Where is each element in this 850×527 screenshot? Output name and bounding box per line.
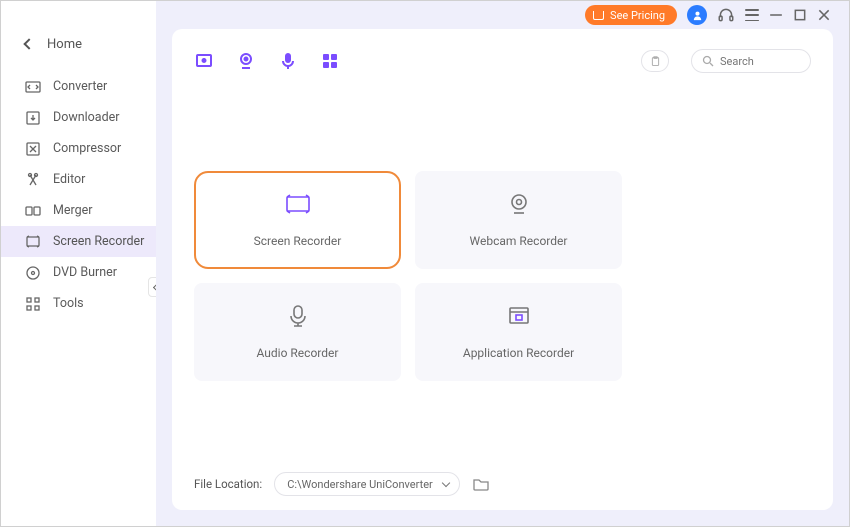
webcam-mode-button[interactable] bbox=[236, 51, 256, 71]
nav-label: Tools bbox=[53, 296, 84, 311]
app-mode-button[interactable] bbox=[320, 51, 340, 71]
support-button[interactable] bbox=[717, 6, 735, 24]
search-icon bbox=[702, 55, 714, 67]
microphone-icon bbox=[284, 304, 312, 328]
footer: File Location: C:\Wondershare UniConvert… bbox=[194, 472, 811, 496]
sidebar-item-editor[interactable]: Editor bbox=[1, 164, 156, 195]
nav-label: Screen Recorder bbox=[53, 234, 144, 249]
user-icon bbox=[692, 10, 703, 21]
toolbar bbox=[194, 45, 811, 77]
sidebar-item-dvd-burner[interactable]: DVD Burner bbox=[1, 257, 156, 288]
file-location-label: File Location: bbox=[194, 477, 262, 491]
main-area: See Pricing bbox=[156, 1, 849, 526]
headset-icon bbox=[717, 6, 735, 24]
see-pricing-button[interactable]: See Pricing bbox=[585, 5, 677, 25]
content-panel: Screen Recorder Webcam Recorder Audio Re… bbox=[172, 29, 833, 510]
minimize-button[interactable] bbox=[769, 8, 783, 22]
nav-label: Merger bbox=[53, 203, 93, 218]
file-location-path: C:\Wondershare UniConverter bbox=[287, 478, 433, 491]
application-icon bbox=[505, 304, 533, 328]
compressor-icon bbox=[25, 141, 41, 157]
card-label: Application Recorder bbox=[463, 346, 574, 360]
nav-label: DVD Burner bbox=[53, 265, 117, 280]
clipboard-icon bbox=[650, 56, 661, 67]
recorder-cards: Screen Recorder Webcam Recorder Audio Re… bbox=[194, 171, 811, 381]
account-button[interactable] bbox=[687, 5, 707, 25]
home-label: Home bbox=[47, 37, 82, 52]
card-label: Screen Recorder bbox=[254, 234, 342, 248]
folder-icon bbox=[472, 477, 490, 491]
clipboard-button[interactable] bbox=[641, 50, 669, 72]
sidebar: Home Converter Downloader Compressor Edi… bbox=[1, 1, 156, 526]
card-screen-recorder[interactable]: Screen Recorder bbox=[194, 171, 401, 269]
close-button[interactable] bbox=[817, 8, 831, 22]
search-box[interactable] bbox=[691, 49, 811, 73]
merger-icon bbox=[25, 203, 41, 219]
dvd-burner-icon bbox=[25, 265, 41, 281]
menu-button[interactable] bbox=[745, 9, 759, 21]
tools-icon bbox=[25, 296, 41, 312]
sidebar-item-merger[interactable]: Merger bbox=[1, 195, 156, 226]
sidebar-item-screen-recorder[interactable]: Screen Recorder bbox=[1, 226, 156, 257]
maximize-button[interactable] bbox=[793, 8, 807, 22]
screen-record-mode-button[interactable] bbox=[194, 51, 214, 71]
sidebar-item-tools[interactable]: Tools bbox=[1, 288, 156, 319]
file-location-select[interactable]: C:\Wondershare UniConverter bbox=[274, 472, 460, 496]
nav-label: Editor bbox=[53, 172, 85, 187]
webcam-icon bbox=[505, 192, 533, 216]
sidebar-item-converter[interactable]: Converter bbox=[1, 71, 156, 102]
titlebar: See Pricing bbox=[156, 1, 849, 29]
card-webcam-recorder[interactable]: Webcam Recorder bbox=[415, 171, 622, 269]
sidebar-item-downloader[interactable]: Downloader bbox=[1, 102, 156, 133]
nav-label: Compressor bbox=[53, 141, 121, 156]
card-audio-recorder[interactable]: Audio Recorder bbox=[194, 283, 401, 381]
editor-icon bbox=[25, 172, 41, 188]
card-application-recorder[interactable]: Application Recorder bbox=[415, 283, 622, 381]
nav-label: Downloader bbox=[53, 110, 120, 125]
chevron-down-icon bbox=[442, 479, 450, 487]
open-folder-button[interactable] bbox=[472, 477, 490, 491]
nav-label: Converter bbox=[53, 79, 107, 94]
card-label: Audio Recorder bbox=[257, 346, 339, 360]
search-input[interactable] bbox=[720, 55, 800, 68]
cart-icon bbox=[593, 11, 604, 20]
home-button[interactable]: Home bbox=[1, 29, 156, 59]
converter-icon bbox=[25, 79, 41, 95]
card-label: Webcam Recorder bbox=[470, 234, 568, 248]
downloader-icon bbox=[25, 110, 41, 126]
screen-recorder-icon bbox=[25, 234, 41, 250]
screen-icon bbox=[284, 192, 312, 216]
audio-mode-button[interactable] bbox=[278, 51, 298, 71]
pricing-label: See Pricing bbox=[610, 9, 665, 22]
chevron-left-icon bbox=[23, 38, 34, 49]
sidebar-item-compressor[interactable]: Compressor bbox=[1, 133, 156, 164]
